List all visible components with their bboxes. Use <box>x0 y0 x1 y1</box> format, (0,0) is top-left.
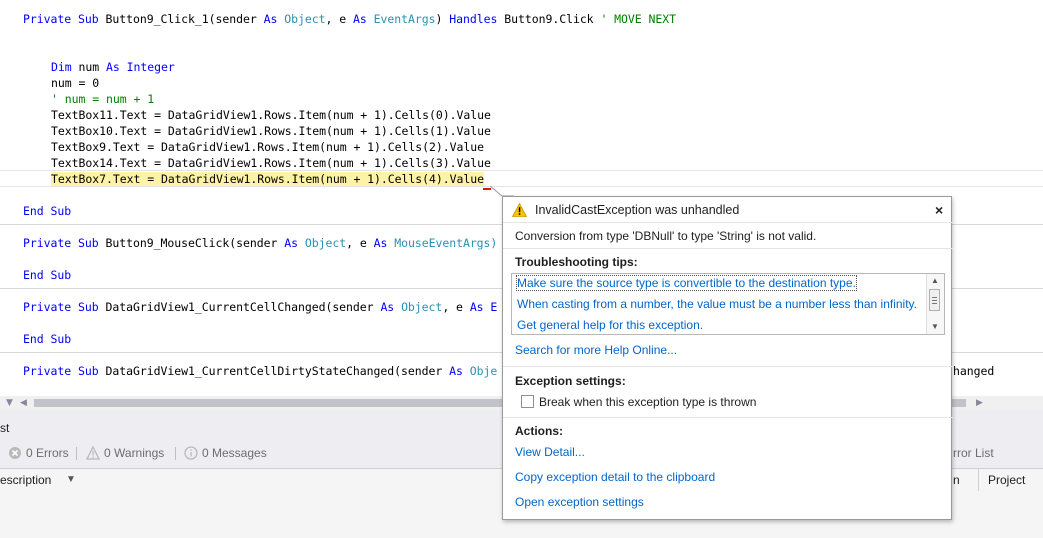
scroll-left-arrow-icon[interactable]: ◀ <box>20 396 27 410</box>
code-line[interactable]: TextBox9.Text = DataGridView1.Rows.Item(… <box>51 139 484 155</box>
keyword: Private Sub <box>23 300 106 314</box>
divider <box>503 248 953 249</box>
scroll-up-icon[interactable]: ▲ <box>931 276 939 285</box>
grip-line <box>932 297 937 298</box>
code-line[interactable]: End Sub <box>23 331 71 347</box>
keyword: As <box>373 236 395 250</box>
keyword: Private Sub <box>23 12 106 26</box>
type-name: Obje <box>469 364 498 378</box>
divider <box>503 417 953 418</box>
actions-heading: Actions: <box>515 424 563 438</box>
code-text: Button9_Click_1(sender <box>105 12 264 26</box>
scroll-down-icon[interactable]: ▼ <box>931 322 939 331</box>
code-line[interactable]: Dim num As Integer <box>51 59 175 75</box>
keyword: As <box>380 300 402 314</box>
warnings-filter-button[interactable]: 0 Warnings <box>86 443 164 463</box>
code-text: DataGridView1_CurrentCellChanged(sender <box>105 300 381 314</box>
warning-icon <box>86 446 100 460</box>
keyword: As <box>449 364 470 378</box>
divider <box>503 366 953 367</box>
view-detail-link[interactable]: View Detail... <box>515 445 585 459</box>
exception-message: Conversion from type 'DBNull' to type 'S… <box>515 229 817 243</box>
code-line[interactable]: num = 0 <box>51 75 99 91</box>
code-line[interactable]: Private Sub DataGridView1_CurrentCellDir… <box>23 363 497 379</box>
tip-link[interactable]: Get general help for this exception. <box>517 318 703 332</box>
column-line[interactable]: n <box>953 469 960 491</box>
errors-count: 0 Errors <box>26 446 69 460</box>
code-text: DataGridView1_CurrentCellDirtyStateChang… <box>105 364 450 378</box>
code-text: ) <box>435 12 450 26</box>
grip-line <box>932 303 937 304</box>
code-text: , e <box>346 236 374 250</box>
column-project[interactable]: Project <box>988 469 1025 491</box>
keyword: Private Sub <box>23 236 106 250</box>
code-text: , e <box>442 300 470 314</box>
error-list-tab-label: st <box>0 421 10 435</box>
info-icon <box>184 446 198 460</box>
code-text: num <box>78 60 106 74</box>
code-line[interactable]: End Sub <box>23 203 71 219</box>
keyword: As <box>352 12 374 26</box>
open-exception-settings-link[interactable]: Open exception settings <box>515 495 644 509</box>
scroll-right-arrow-icon[interactable]: ▶ <box>976 396 983 410</box>
warning-icon <box>512 203 527 217</box>
highlighted-statement: TextBox7.Text = DataGridView1.Rows.Item(… <box>51 172 485 186</box>
scroll-left-icon[interactable]: ▼ <box>6 396 13 410</box>
keyword: As <box>263 12 285 26</box>
code-line[interactable]: End Sub <box>23 267 71 283</box>
column-divider <box>978 469 979 491</box>
tips-scrollbar[interactable]: ▲ ▼ <box>926 274 944 334</box>
type-name: Object <box>401 300 443 314</box>
code-text: , e <box>325 12 353 26</box>
sort-chevron-down-icon[interactable]: ▼ <box>66 469 76 491</box>
column-description[interactable]: escription <box>0 469 51 491</box>
tip-link[interactable]: Make sure the source type is convertible… <box>516 275 857 291</box>
messages-filter-button[interactable]: 0 Messages <box>184 443 267 463</box>
divider <box>503 222 953 223</box>
messages-count: 0 Messages <box>202 446 267 460</box>
code-line[interactable]: Private Sub Button9_MouseClick(sender As… <box>23 235 497 251</box>
errors-filter-button[interactable]: 0 Errors <box>8 443 69 463</box>
exception-title: InvalidCastException was unhandled <box>535 203 740 217</box>
code-line-error[interactable]: TextBox7.Text = DataGridView1.Rows.Item(… <box>51 171 484 187</box>
exception-settings-heading: Exception settings: <box>515 374 626 388</box>
code-line[interactable]: TextBox11.Text = DataGridView1.Rows.Item… <box>51 107 491 123</box>
warnings-count: 0 Warnings <box>104 446 165 460</box>
divider <box>76 447 77 460</box>
type-name: MouseEventArgs) <box>394 236 498 250</box>
search-error-list[interactable]: rror List <box>953 443 994 463</box>
keyword: Handles <box>449 12 505 26</box>
type-name: Object <box>304 236 347 250</box>
exception-assistant-popup: InvalidCastException was unhandled × Con… <box>502 196 953 520</box>
search-placeholder: rror List <box>953 446 994 460</box>
keyword: As <box>284 236 305 250</box>
type-name: Object <box>284 12 326 26</box>
keyword: Private Sub <box>23 364 106 378</box>
troubleshooting-heading: Troubleshooting tips: <box>515 255 638 269</box>
divider <box>175 447 176 460</box>
type-name: EventArgs <box>373 12 436 26</box>
search-help-online-link[interactable]: Search for more Help Online... <box>515 343 677 357</box>
code-text: Button9_MouseClick(sender <box>105 236 285 250</box>
code-text-fragment: hanged <box>953 364 995 378</box>
code-line[interactable]: TextBox14.Text = DataGridView1.Rows.Item… <box>51 155 491 171</box>
keyword: As E <box>469 300 498 314</box>
scrollbar-thumb[interactable] <box>929 289 940 311</box>
copy-exception-detail-link[interactable]: Copy exception detail to the clipboard <box>515 470 715 484</box>
code-line[interactable]: Private Sub DataGridView1_CurrentCellCha… <box>23 299 497 315</box>
code-line[interactable]: TextBox10.Text = DataGridView1.Rows.Item… <box>51 123 491 139</box>
close-button[interactable]: × <box>935 202 943 218</box>
keyword: As Integer <box>106 60 175 74</box>
troubleshooting-tips-list[interactable]: Make sure the source type is convertible… <box>511 273 945 335</box>
code-line[interactable]: Private Sub Button9_Click_1(sender As Ob… <box>23 11 676 27</box>
keyword: Dim <box>51 60 79 74</box>
tip-link[interactable]: When casting from a number, the value mu… <box>517 297 917 311</box>
break-checkbox-label[interactable]: Break when this exception type is thrown <box>539 395 756 409</box>
break-checkbox[interactable] <box>521 395 534 408</box>
grip-line <box>932 300 937 301</box>
code-text: Button9.Click <box>504 12 601 26</box>
comment: ' MOVE NEXT <box>600 12 677 26</box>
code-comment-line[interactable]: ' num = num + 1 <box>51 91 154 107</box>
error-icon <box>9 447 21 459</box>
